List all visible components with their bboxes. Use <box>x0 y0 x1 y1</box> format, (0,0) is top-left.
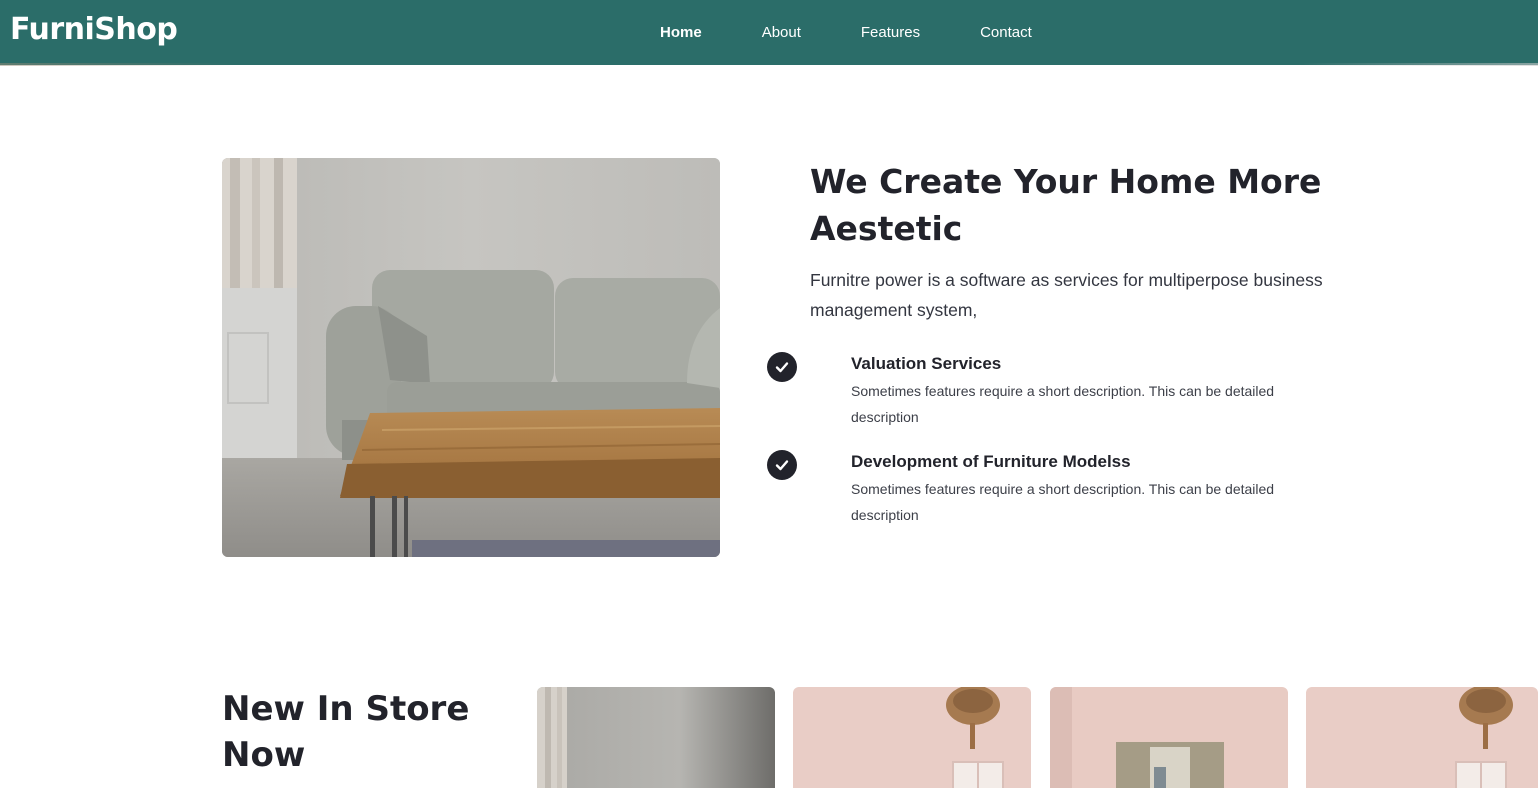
sofa-photo <box>222 158 720 557</box>
feature-description: Sometimes features require a short descr… <box>851 383 1275 425</box>
nav-link-home[interactable]: Home <box>630 24 732 41</box>
navbar-shadow-left <box>0 63 235 66</box>
product-card-image[interactable] <box>793 687 1031 788</box>
brand-logo[interactable]: FurniShop <box>10 12 178 47</box>
nav-link-contact[interactable]: Contact <box>950 24 1062 41</box>
navbar: FurniShop Home About Features Contact <box>0 0 1538 65</box>
product-card-image[interactable] <box>1050 687 1288 788</box>
check-circle-icon <box>767 352 797 382</box>
hero-description: Furnitre power is a software as services… <box>810 270 1323 320</box>
section-title-new-in-store: New In Store Now <box>222 689 470 775</box>
product-card-image[interactable] <box>1306 687 1538 788</box>
check-circle-icon <box>767 450 797 480</box>
feature-description: Sometimes features require a short descr… <box>851 481 1275 523</box>
product-card-image[interactable] <box>537 687 775 788</box>
hero-image <box>222 158 720 557</box>
nav-link-features[interactable]: Features <box>831 24 950 41</box>
feature-title: Development of Furniture Modelss <box>851 452 1131 471</box>
feature-title: Valuation Services <box>851 354 1002 373</box>
nav-menu: Home About Features Contact <box>630 0 1062 65</box>
navbar-shadow-right <box>1298 63 1538 66</box>
hero-title: We Create Your Home More Aestetic <box>810 162 1322 248</box>
nav-link-about[interactable]: About <box>732 24 831 41</box>
